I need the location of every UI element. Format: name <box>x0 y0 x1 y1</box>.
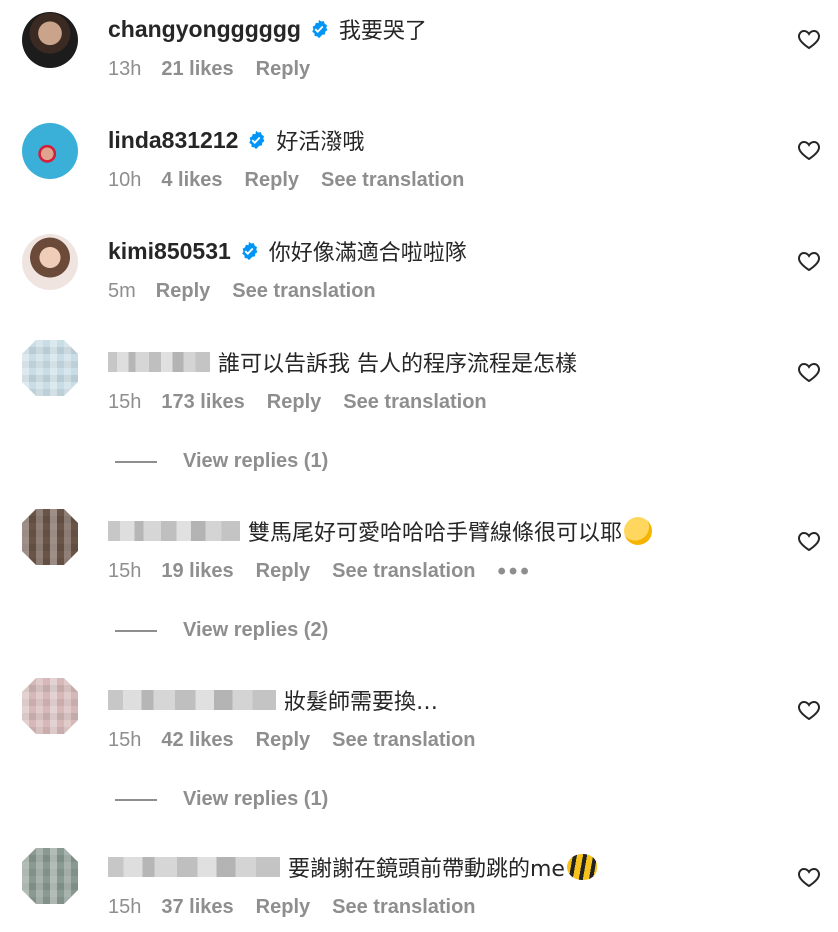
view-replies-button[interactable]: View replies (1) <box>115 788 328 811</box>
comment-username[interactable]: linda831212 <box>108 127 238 154</box>
verified-badge-icon <box>242 241 258 261</box>
heart-icon[interactable] <box>797 866 821 888</box>
reply-button[interactable]: Reply <box>256 58 310 81</box>
comment-text: 好活潑哦 <box>276 130 365 155</box>
avatar[interactable] <box>22 509 78 565</box>
likes-count[interactable]: 19 likes <box>161 560 233 583</box>
replies-divider <box>115 629 157 632</box>
blurred-username[interactable] <box>108 857 280 877</box>
see-translation-button[interactable]: See translation <box>343 391 486 414</box>
comment-time: 10h <box>108 169 142 191</box>
comment-time: 15h <box>108 729 142 751</box>
see-translation-button[interactable]: See translation <box>232 280 375 303</box>
view-replies-button[interactable]: View replies (2) <box>115 619 328 642</box>
heart-icon[interactable] <box>797 530 821 552</box>
comment-username[interactable]: changyongggggg <box>108 16 301 43</box>
avatar[interactable] <box>22 234 78 290</box>
blurred-username[interactable] <box>108 690 276 710</box>
comment-text: 誰可以告訴我 告人的程序流程是怎樣 <box>218 352 577 377</box>
comment-time: 5m <box>108 280 136 302</box>
verified-badge-icon <box>312 19 328 39</box>
reply-button[interactable]: Reply <box>156 280 210 303</box>
avatar[interactable] <box>22 848 78 904</box>
more-options-icon[interactable]: ••• <box>498 559 532 583</box>
heart-icon[interactable] <box>797 699 821 721</box>
comment-text: 妝髮師需要換… <box>284 690 439 715</box>
see-translation-button[interactable]: See translation <box>332 560 475 583</box>
see-translation-button[interactable]: See translation <box>332 729 475 752</box>
avatar[interactable] <box>22 123 78 179</box>
avatar[interactable] <box>22 12 78 68</box>
comment-text: 你好像滿適合啦啦隊 <box>268 241 467 266</box>
blurred-username[interactable] <box>108 521 240 541</box>
comment-text: 我要哭了 <box>338 19 427 44</box>
blurred-username[interactable] <box>108 352 210 372</box>
heart-icon[interactable] <box>797 361 821 383</box>
honeybee-emoji <box>566 854 597 880</box>
view-replies-button[interactable]: View replies (1) <box>115 450 328 473</box>
heart-icon[interactable] <box>797 28 821 50</box>
verified-badge-icon <box>249 130 265 150</box>
reply-button[interactable]: Reply <box>256 729 310 752</box>
reply-button[interactable]: Reply <box>245 169 299 192</box>
see-translation-button[interactable]: See translation <box>321 169 464 192</box>
likes-count[interactable]: 37 likes <box>161 896 233 919</box>
comment-time: 15h <box>108 391 142 413</box>
comments-list: changyongggggg 我要哭了 13h 21 likes Reply l… <box>0 0 838 932</box>
heart-icon[interactable] <box>797 250 821 272</box>
view-replies-label[interactable]: View replies (1) <box>183 450 328 473</box>
see-translation-button[interactable]: See translation <box>332 896 475 919</box>
avatar[interactable] <box>22 678 78 734</box>
replies-divider <box>115 798 157 801</box>
comment-text: 要謝謝在鏡頭前帶動跳的me <box>288 857 565 882</box>
likes-count[interactable]: 4 likes <box>161 169 222 192</box>
likes-count[interactable]: 42 likes <box>161 729 233 752</box>
reply-button[interactable]: Reply <box>256 896 310 919</box>
likes-count[interactable]: 173 likes <box>161 391 244 414</box>
reply-button[interactable]: Reply <box>256 560 310 583</box>
replies-divider <box>115 460 157 463</box>
reply-button[interactable]: Reply <box>267 391 321 414</box>
avatar[interactable] <box>22 340 78 396</box>
comment-username[interactable]: kimi850531 <box>108 238 231 265</box>
rolling-on-floor-laughing-emoji <box>624 517 653 545</box>
heart-icon[interactable] <box>797 139 821 161</box>
view-replies-label[interactable]: View replies (1) <box>183 788 328 811</box>
view-replies-label[interactable]: View replies (2) <box>183 619 328 642</box>
comment-text: 雙馬尾好可愛哈哈哈手臂線條很可以耶 <box>248 521 623 546</box>
comment-time: 15h <box>108 896 142 918</box>
likes-count[interactable]: 21 likes <box>161 58 233 81</box>
comment-time: 15h <box>108 560 142 582</box>
comment-time: 13h <box>108 58 142 80</box>
